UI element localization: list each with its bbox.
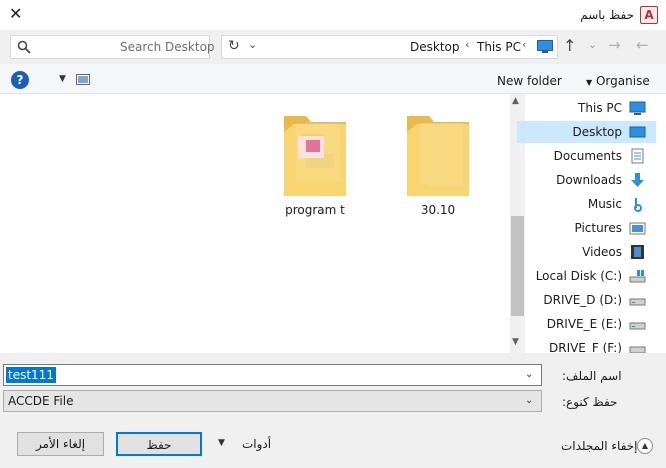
nav-item-label: DRIVE_F (F:)	[548, 341, 622, 353]
folder-icon[interactable]	[399, 106, 477, 202]
chevron-down-icon: ▼	[586, 78, 593, 87]
desktop-icon	[537, 40, 553, 53]
savetype-select[interactable]	[3, 390, 542, 412]
navigation-pane: This PC Desktop Documents Downloads Musi…	[517, 94, 666, 353]
computer-icon	[629, 101, 646, 115]
breadcrumb-desktop[interactable]: Desktop	[410, 40, 460, 54]
nav-item-label: Videos	[582, 245, 622, 259]
help-icon[interactable]: ?	[11, 71, 29, 89]
nav-item-pictures[interactable]: Pictures	[517, 217, 656, 239]
savetype-value: ACCDE File	[8, 394, 74, 408]
refresh-icon[interactable]: ↻	[228, 38, 240, 54]
file-name[interactable]: program t	[265, 203, 365, 217]
nav-item-desktop[interactable]: Desktop	[517, 121, 656, 143]
nav-item-videos[interactable]: Videos	[517, 241, 656, 263]
close-icon[interactable]: ✕	[9, 4, 22, 23]
search-placeholder: Search Desktop	[120, 40, 215, 54]
organise-label: Organise	[595, 74, 650, 88]
nav-item-local-disk-c[interactable]: Local Disk (C:)	[517, 265, 656, 287]
command-bar	[0, 64, 666, 94]
filename-label: اسم الملف:	[562, 369, 622, 383]
recent-locations-icon[interactable]: ⌄	[588, 38, 597, 51]
window-title: حفظ باسم	[580, 8, 634, 22]
drive-icon	[629, 322, 646, 330]
pictures-icon	[629, 222, 646, 235]
breadcrumb-separator-icon[interactable]: ‹	[465, 38, 469, 51]
nav-item-label: Music	[587, 197, 622, 211]
access-app-icon: A	[640, 6, 658, 24]
organise-button[interactable]: ▼ Organise	[586, 74, 650, 88]
desktop-icon	[629, 126, 646, 138]
drive-c-icon	[629, 270, 646, 283]
forward-arrow-icon[interactable]: →	[608, 36, 621, 54]
nav-item-drive-e[interactable]: DRIVE_E (E:)	[517, 313, 656, 335]
hide-folders-button[interactable]: إخفاء المجلدات	[561, 439, 638, 453]
savetype-dropdown-icon[interactable]: ⌄	[525, 395, 533, 406]
nav-item-label: DRIVE_E (E:)	[546, 317, 622, 331]
nav-item-label: Downloads	[556, 173, 622, 187]
filename-value[interactable]: test111	[6, 367, 56, 383]
nav-item-this-pc[interactable]: This PC	[517, 97, 656, 119]
videos-icon	[631, 245, 644, 259]
drive-icon	[629, 346, 646, 353]
nav-item-label: DRIVE_D (D:)	[543, 293, 622, 307]
new-folder-button[interactable]: New folder	[497, 74, 562, 88]
nav-item-label: This PC	[578, 101, 622, 115]
downloads-icon	[631, 173, 644, 187]
folder-icon[interactable]	[276, 106, 354, 202]
tools-button[interactable]: أدوات	[242, 437, 271, 451]
up-arrow-icon[interactable]: ↑	[563, 36, 576, 55]
nav-item-drive-d[interactable]: DRIVE_D (D:)	[517, 289, 656, 311]
filename-dropdown-icon[interactable]: ⌄	[525, 369, 533, 380]
title-bar	[0, 0, 666, 30]
tools-dropdown-icon[interactable]: ▼	[218, 438, 225, 448]
collapse-up-icon[interactable]: ▲	[637, 438, 653, 454]
nav-item-music[interactable]: Music	[517, 193, 656, 215]
drive-icon	[629, 298, 646, 306]
breadcrumb-this-pc[interactable]: This PC	[477, 40, 521, 54]
music-icon	[634, 198, 642, 212]
nav-item-label: Local Disk (C:)	[535, 269, 622, 283]
nav-item-drive-f[interactable]: DRIVE_F (F:)	[517, 337, 656, 353]
nav-item-label: Desktop	[572, 125, 623, 139]
cancel-button[interactable]: إلغاء الأمر	[17, 432, 104, 456]
save-button[interactable]: حفظ	[116, 432, 202, 456]
view-options-dropdown-icon[interactable]: ▼	[59, 74, 66, 84]
nav-item-downloads[interactable]: Downloads	[517, 169, 656, 191]
filename-input[interactable]	[3, 364, 542, 386]
documents-icon	[631, 148, 644, 164]
file-name[interactable]: 30.10	[388, 203, 488, 217]
view-icon[interactable]	[76, 74, 90, 85]
nav-item-label: Documents	[553, 149, 622, 163]
breadcrumb-separator-icon[interactable]: ‹	[522, 38, 526, 51]
savetype-label: حفظ كنوع:	[562, 395, 618, 409]
back-arrow-icon[interactable]: ←	[636, 36, 649, 54]
nav-item-label: Pictures	[574, 221, 622, 235]
nav-item-documents[interactable]: Documents	[517, 145, 656, 167]
search-icon	[17, 40, 31, 54]
address-dropdown-icon[interactable]: ⌄	[248, 38, 257, 51]
